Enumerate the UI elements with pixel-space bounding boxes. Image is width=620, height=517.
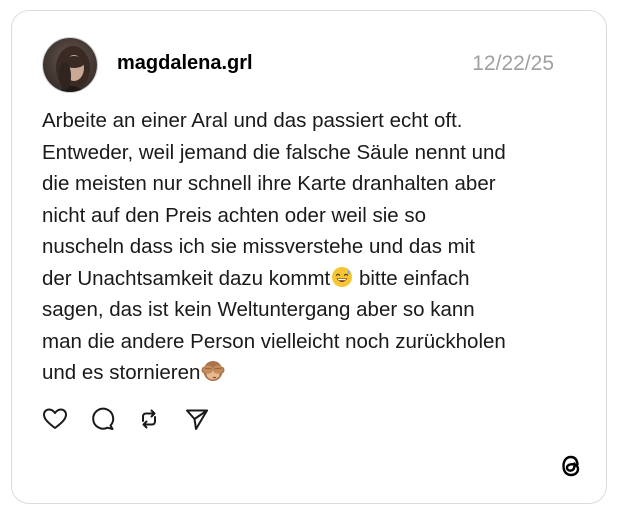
- heart-icon[interactable]: [42, 406, 68, 432]
- send-paper-plane-icon[interactable]: [184, 406, 210, 432]
- post-text-line: nicht auf den Preis achten oder weil sie…: [42, 203, 427, 227]
- post-text-segment: der Unachtsamkeit dazu kommt: [42, 266, 331, 290]
- post-text-line: nuscheln dass ich sie missverstehe und d…: [42, 235, 475, 258]
- username[interactable]: magdalena.grl: [117, 52, 253, 75]
- see-no-evil-monkey-emoji: [201, 360, 225, 382]
- post-date: 12/22/25: [472, 52, 554, 75]
- post-text-line: sagen, das ist kein Weltuntergang aber s…: [42, 298, 475, 321]
- post-text-segment: bitte einfach: [353, 266, 470, 290]
- post-text-line: die meisten nur schnell ihre Karte dranh…: [42, 172, 496, 195]
- post-text-line-emoji: der Unachtsamkeit dazu kommt bitte einfa…: [42, 263, 582, 295]
- post-text-line: man die andere Person vielleicht noch zu…: [42, 329, 506, 353]
- comment-bubble-icon[interactable]: [90, 406, 116, 432]
- post-text-line: Entweder, weil jemand die falsche Säule …: [42, 140, 506, 164]
- post-card: magdalena.grl 12/22/25 Arbeite an einer …: [11, 10, 607, 504]
- sweat-smile-emoji: [331, 266, 353, 288]
- avatar[interactable]: [42, 37, 98, 93]
- post-text-segment: und es stornieren: [42, 361, 201, 384]
- repost-arrows-icon[interactable]: [136, 406, 162, 432]
- post-text-line-emoji: und es stornieren: [42, 357, 582, 389]
- post-text: Arbeite an einer Aral und das passiert e…: [42, 105, 582, 389]
- threads-logo-icon[interactable]: [558, 452, 584, 480]
- post-text-line: Arbeite an einer Aral und das passiert e…: [42, 109, 463, 132]
